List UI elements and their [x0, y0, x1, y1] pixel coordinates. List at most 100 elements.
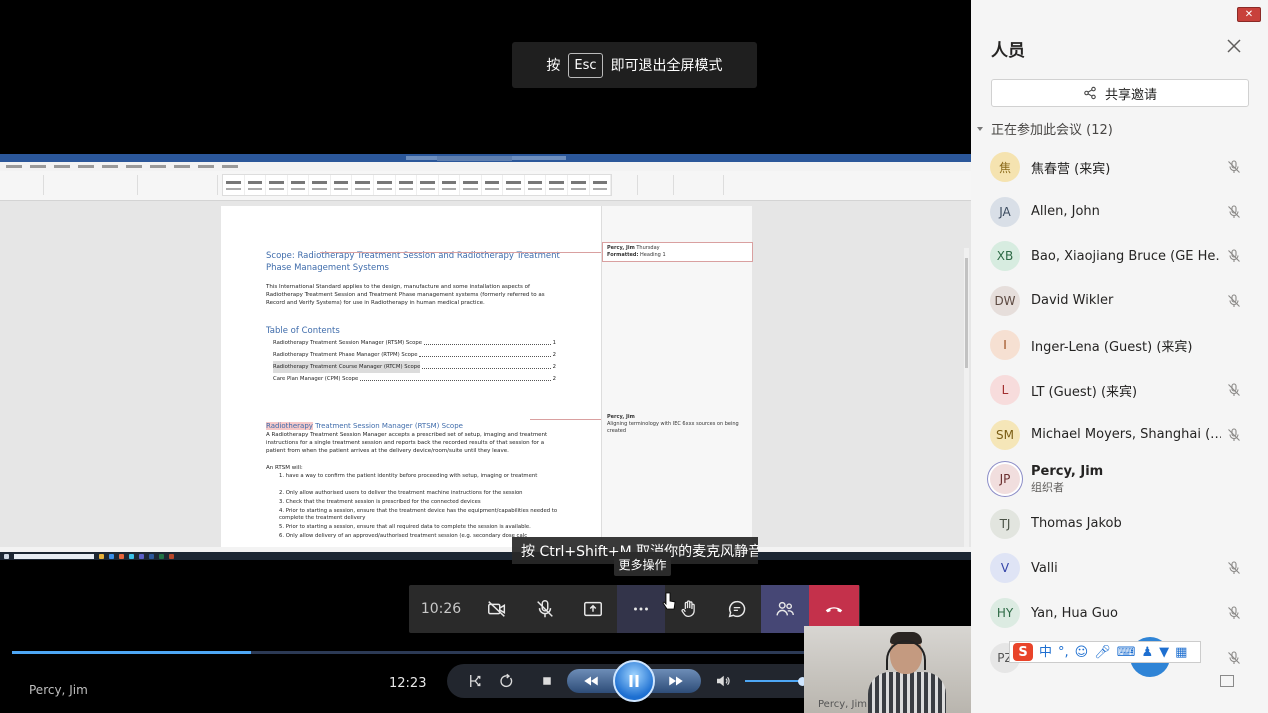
word-ribbon: [0, 171, 971, 201]
more-actions-button[interactable]: [617, 585, 665, 633]
participant-row[interactable]: 焦焦春营 (来宾): [990, 150, 1252, 184]
user-icon[interactable]: ♟: [1142, 646, 1154, 659]
share-invite-button[interactable]: 共享邀请: [991, 79, 1249, 107]
avatar: TJ: [990, 508, 1020, 539]
list-item: 2. Only allow authorised users to delive…: [279, 490, 523, 496]
participant-row[interactable]: XB Bao, Xiaojiang Bruce (GE He…: [990, 239, 1252, 273]
shuffle-button[interactable]: [467, 672, 485, 690]
ime-punctuation-toggle[interactable]: °,: [1058, 646, 1069, 659]
participant-name: David Wikler: [1031, 293, 1114, 309]
participant-row[interactable]: DW David Wikler: [990, 284, 1252, 318]
presenter-name: Percy, Jim: [29, 683, 88, 697]
avatar: I: [990, 330, 1020, 361]
heading-scope: Scope: Radiotherapy Treatment Session an…: [266, 251, 560, 273]
speaker-icon: [717, 675, 730, 687]
close-icon[interactable]: [1226, 38, 1242, 54]
mic-off-icon: [1228, 606, 1240, 619]
esc-key-badge: Esc: [568, 52, 603, 78]
participant-row[interactable]: JP Percy, Jim 组织者: [990, 462, 1252, 496]
volume-button[interactable]: [714, 672, 732, 690]
avatar: HY: [990, 598, 1020, 628]
participant-row[interactable]: HY Yan, Hua Guo: [990, 596, 1252, 630]
toolbox-icon[interactable]: ▦: [1175, 646, 1187, 659]
word-search-box: [437, 156, 512, 161]
repeat-button[interactable]: [497, 672, 515, 690]
mic-off-icon: [1228, 561, 1240, 575]
pause-icon: [629, 675, 639, 687]
resize-icon[interactable]: [1220, 675, 1234, 687]
participants-button[interactable]: [761, 585, 809, 633]
document-area: Scope: Radiotherapy Treatment Session an…: [0, 201, 971, 560]
mic-off-icon: [1228, 160, 1240, 173]
participant-name: Bao, Xiaojiang Bruce (GE He…: [1031, 248, 1221, 264]
comment-card[interactable]: Percy, Jim Aligning terminology with IEC…: [602, 411, 753, 438]
avatar: JA: [990, 196, 1020, 227]
avatar: L: [990, 375, 1020, 405]
participant-row[interactable]: TJ Thomas Jakob: [990, 507, 1252, 541]
mic-off-icon: [1228, 651, 1240, 664]
keyboard-icon[interactable]: ⌨: [1117, 646, 1136, 659]
toc-entry[interactable]: Radiotherapy Treatment Session Manager (…: [273, 337, 556, 349]
mic-off-icon: [1228, 205, 1240, 218]
mic-off-icon: [1228, 249, 1240, 263]
participant-row[interactable]: I Inger-Lena (Guest) (来宾): [990, 328, 1252, 362]
volume-slider[interactable]: [745, 680, 803, 682]
in-meeting-section[interactable]: 正在参加此会议 (12): [976, 119, 1113, 138]
rewind-icon: [584, 676, 598, 686]
playback-progress-fill: [12, 651, 251, 654]
list-item: 1. have a way to confirm the patient ide…: [279, 473, 538, 479]
rtsm-will: An RTSM will:: [266, 465, 303, 471]
mic-off-icon: [537, 600, 553, 618]
comment-card[interactable]: Percy, Jim Thursday Formatted: Heading 1: [602, 242, 753, 262]
ime-mode-toggle[interactable]: 中: [1039, 646, 1052, 659]
avatar: SM: [990, 419, 1020, 450]
banner-suffix: 即可退出全屏模式: [610, 58, 723, 74]
skin-icon[interactable]: ▼: [1159, 646, 1169, 659]
participant-name: Allen, John: [1031, 204, 1100, 220]
participant-row[interactable]: JA Allen, John: [990, 195, 1252, 229]
participant-name: Michael Moyers, Shanghai (…: [1031, 427, 1221, 443]
participant-row[interactable]: V Valli: [990, 551, 1252, 585]
playback-time: 12:23: [389, 676, 427, 691]
caret-down-icon: [977, 126, 983, 131]
panel-title: 人员: [991, 41, 1025, 61]
toc-title: Table of Contents: [266, 326, 340, 336]
rtsm-paragraph: A Radiotherapy Treatment Session Manager…: [266, 432, 548, 454]
stop-button[interactable]: [538, 672, 556, 690]
toc-entry[interactable]: Radiotherapy Treatment Course Manager (R…: [273, 361, 556, 373]
pause-button[interactable]: [613, 660, 655, 702]
camera-off-button[interactable]: [473, 585, 521, 633]
shared-screen: Scope: Radiotherapy Treatment Session an…: [0, 154, 971, 560]
ime-toolbar[interactable]: S 中 °, ☺ 🎤︎ ⌨ ♟ ▼ ▦: [1009, 641, 1201, 663]
share-screen-button[interactable]: [569, 585, 617, 633]
participant-name: Thomas Jakob: [1031, 516, 1122, 532]
emoji-icon[interactable]: ☺: [1075, 646, 1089, 659]
microphone-icon[interactable]: 🎤︎: [1094, 646, 1111, 659]
chat-icon: [728, 600, 746, 618]
participant-role: 组织者: [1031, 480, 1064, 494]
participant-name: Percy, Jim 组织者: [1031, 464, 1221, 495]
fast-forward-button[interactable]: [667, 672, 685, 690]
repeat-icon: [500, 673, 513, 688]
mic-off-icon: [1228, 294, 1240, 307]
toc-entry[interactable]: Radiotherapy Treatment Phase Manager (RT…: [273, 349, 556, 361]
participant-row[interactable]: L LT (Guest) (来宾): [990, 373, 1252, 407]
fullscreen-exit-banner: 按 Esc 即可退出全屏模式: [512, 42, 757, 88]
rewind-button[interactable]: [582, 672, 600, 690]
toc-entry[interactable]: Care Plan Manager (CPM) Scope 2: [273, 373, 556, 385]
document-scrollbar[interactable]: [964, 248, 969, 560]
chat-button[interactable]: [713, 585, 761, 633]
avatar: 焦: [990, 152, 1020, 182]
avatar: XB: [990, 241, 1020, 272]
participant-row[interactable]: SM Michael Moyers, Shanghai (…: [990, 418, 1252, 452]
raise-hand-icon: [681, 600, 695, 617]
participant-name: LT (Guest) (来宾): [1031, 384, 1138, 400]
comments-pane: Percy, Jim Thursday Formatted: Heading 1…: [601, 206, 753, 547]
window-close-button[interactable]: ✕: [1237, 7, 1261, 22]
mic-muted-button[interactable]: [521, 585, 569, 633]
hang-up-icon: [825, 607, 843, 613]
banner-prefix: 按: [546, 58, 561, 74]
meeting-controls-bar: 10:26: [409, 585, 860, 633]
heading-rtsm: Radiotherapy Treatment Session Manager (…: [266, 422, 463, 430]
fast-forward-icon: [669, 676, 683, 686]
